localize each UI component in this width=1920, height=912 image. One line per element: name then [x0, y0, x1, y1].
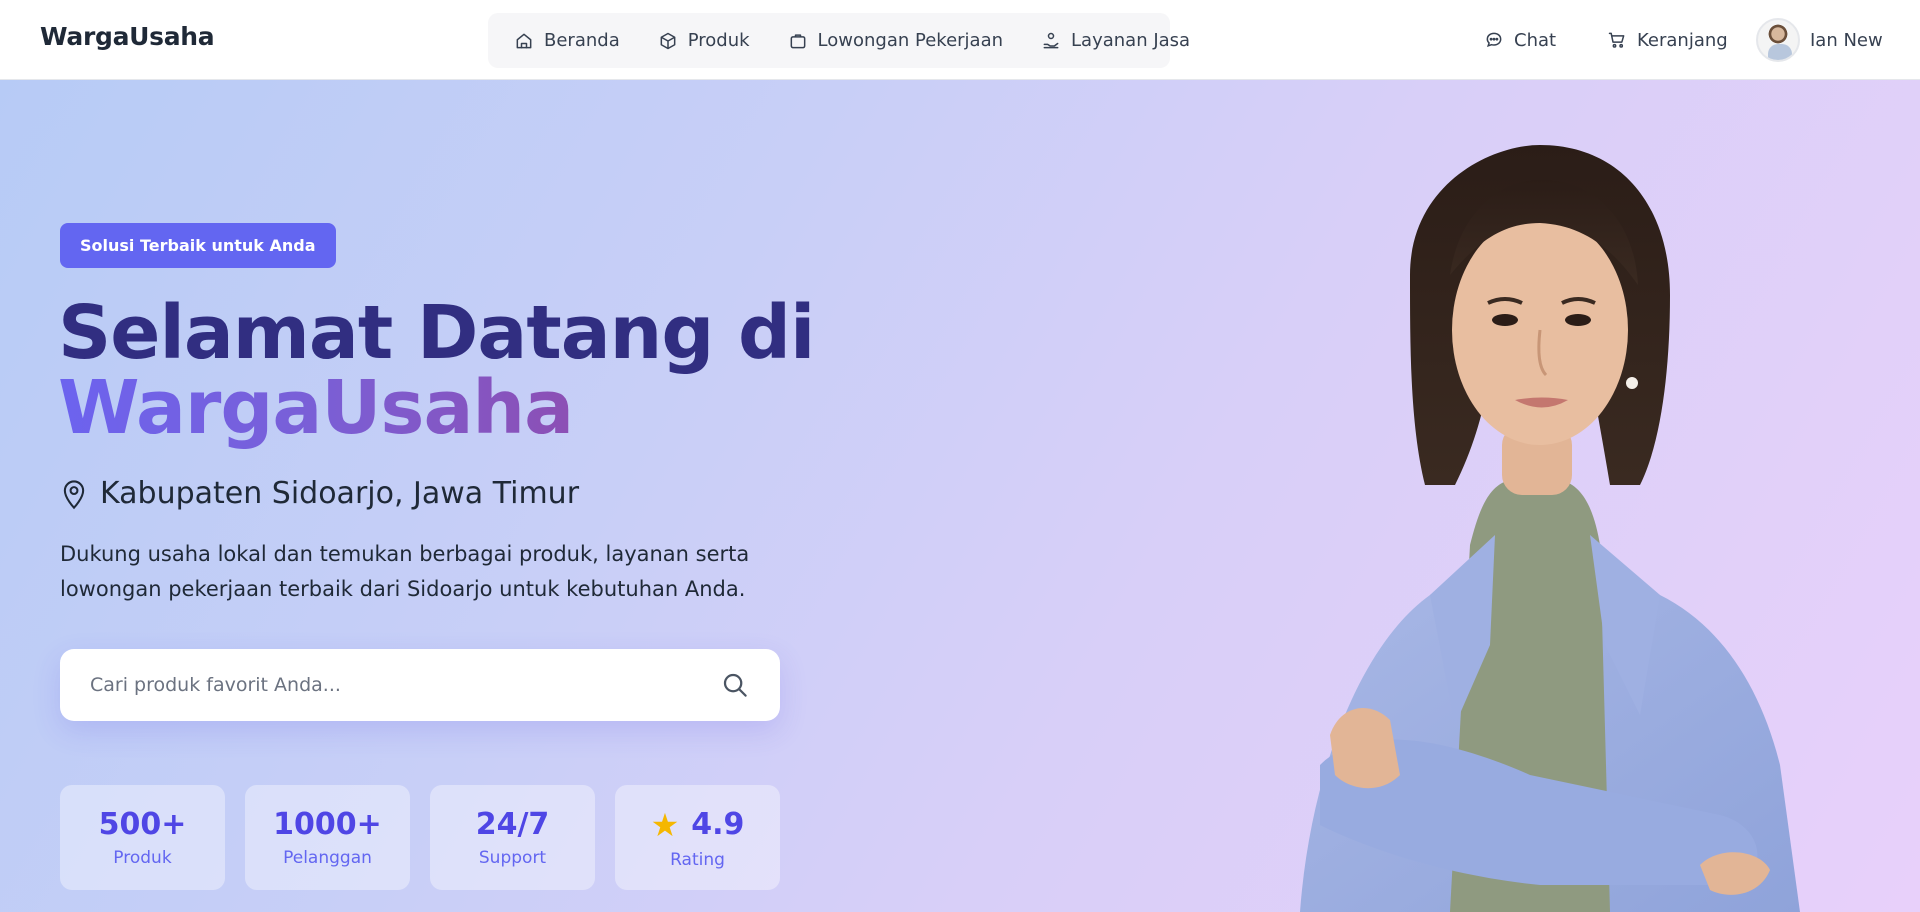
- stat-value: 24/7: [475, 807, 550, 842]
- nav-layanan[interactable]: Layanan Jasa: [1027, 21, 1204, 61]
- home-icon: [514, 31, 534, 51]
- cart-link[interactable]: Keranjang: [1607, 0, 1728, 80]
- stat-value: 4.9: [691, 807, 745, 842]
- nav-lowongan-label: Lowongan Pekerjaan: [817, 30, 1004, 51]
- chat-label: Chat: [1514, 29, 1557, 51]
- map-pin-icon: [60, 478, 88, 510]
- nav-layanan-label: Layanan Jasa: [1071, 30, 1191, 51]
- search-box: [60, 649, 780, 721]
- stat-label: Support: [478, 848, 547, 868]
- stat-card-support: 24/7 Support: [430, 785, 595, 890]
- service-hand-icon: [1041, 31, 1061, 51]
- chat-bubble-icon: [1484, 30, 1504, 50]
- user-menu[interactable]: Ian New: [1756, 0, 1883, 80]
- stat-rating-row: ★ 4.9: [651, 806, 745, 844]
- hero-badge: Solusi Terbaik untuk Anda: [60, 223, 336, 268]
- cart-label: Keranjang: [1637, 29, 1728, 51]
- stat-label: Produk: [113, 848, 172, 868]
- location-text: Kabupaten Sidoarjo, Jawa Timur: [100, 476, 580, 511]
- avatar: [1756, 18, 1800, 62]
- chat-link[interactable]: Chat: [1484, 0, 1556, 80]
- cart-icon: [1607, 30, 1627, 50]
- search-input[interactable]: [90, 674, 720, 696]
- top-navbar: WargaUsaha Beranda Produk Lowongan Peker…: [0, 0, 1920, 80]
- stat-value: 1000+: [273, 807, 382, 842]
- stat-value: 500+: [98, 807, 187, 842]
- nav-produk[interactable]: Produk: [644, 21, 764, 61]
- nav-beranda[interactable]: Beranda: [500, 21, 634, 61]
- stat-label: Rating: [670, 849, 725, 870]
- brand-logo[interactable]: WargaUsaha: [40, 22, 215, 51]
- hero-section: Solusi Terbaik untuk Anda Selamat Datang…: [0, 80, 1920, 912]
- star-icon: ★: [650, 805, 680, 844]
- main-nav: Beranda Produk Lowongan Pekerjaan Layana…: [488, 13, 1190, 68]
- hero-person-image: [1300, 145, 1800, 912]
- box-icon: [658, 31, 678, 51]
- nav-produk-label: Produk: [687, 30, 750, 51]
- stat-label: Pelanggan: [283, 848, 372, 868]
- stat-card-rating: ★ 4.9 Rating: [615, 785, 780, 890]
- search-icon[interactable]: [720, 670, 750, 700]
- stat-card-pelanggan: 1000+ Pelanggan: [245, 785, 410, 890]
- briefcase-icon: [788, 31, 808, 51]
- user-name: Ian New: [1810, 29, 1883, 51]
- hero-description: Dukung usaha lokal dan temukan berbagai …: [60, 542, 750, 601]
- nav-lowongan[interactable]: Lowongan Pekerjaan: [774, 21, 1017, 61]
- hero-title-line1: Selamat Datang di: [58, 290, 815, 376]
- location-info: Kabupaten Sidoarjo, Jawa Timur: [60, 476, 579, 511]
- stat-card-produk: 500+ Produk: [60, 785, 225, 890]
- hero-title-line2: WargaUsaha: [58, 365, 574, 451]
- nav-beranda-label: Beranda: [544, 30, 620, 51]
